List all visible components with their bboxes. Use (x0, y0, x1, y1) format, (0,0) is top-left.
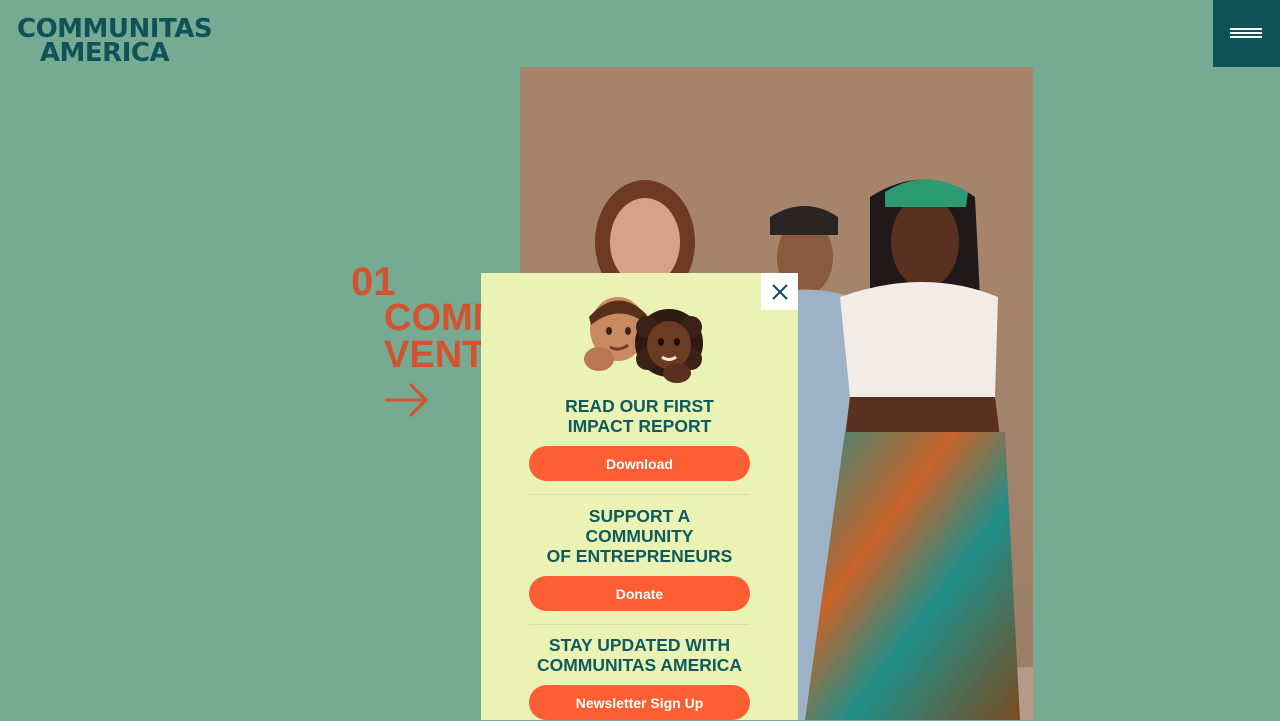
newsletter-heading: STAY UPDATED WITH COMMUNITAS AMERICA (536, 635, 743, 675)
slide-title-line-2: VENTU (384, 334, 481, 374)
menu-icon (1230, 28, 1262, 30)
logo-line-2: AMERICA (39, 38, 170, 68)
promo-popup: READ OUR FIRST IMPACT REPORT Download SU… (481, 273, 798, 720)
menu-button[interactable] (1213, 0, 1280, 67)
slide-title[interactable]: COMM VENTU (384, 300, 481, 374)
divider (529, 624, 750, 625)
slide-number: 01 (351, 260, 396, 304)
newsletter-signup-button[interactable]: Newsletter Sign Up (529, 685, 750, 720)
emoji-icon (584, 297, 703, 383)
impact-report-heading: READ OUR FIRST IMPACT REPORT (565, 396, 714, 436)
divider (529, 494, 750, 495)
close-icon (772, 284, 788, 300)
site-logo[interactable]: COMMUNITAS AMERICA (17, 16, 213, 68)
close-button[interactable] (761, 273, 798, 310)
download-button[interactable]: Download (529, 446, 750, 481)
slide-title-line-1: COMM (384, 300, 481, 339)
support-heading: SUPPORT A COMMUNITY OF ENTREPRENEURS (546, 506, 733, 566)
donate-button[interactable]: Donate (529, 576, 750, 611)
arrow-right-icon[interactable] (384, 381, 429, 417)
